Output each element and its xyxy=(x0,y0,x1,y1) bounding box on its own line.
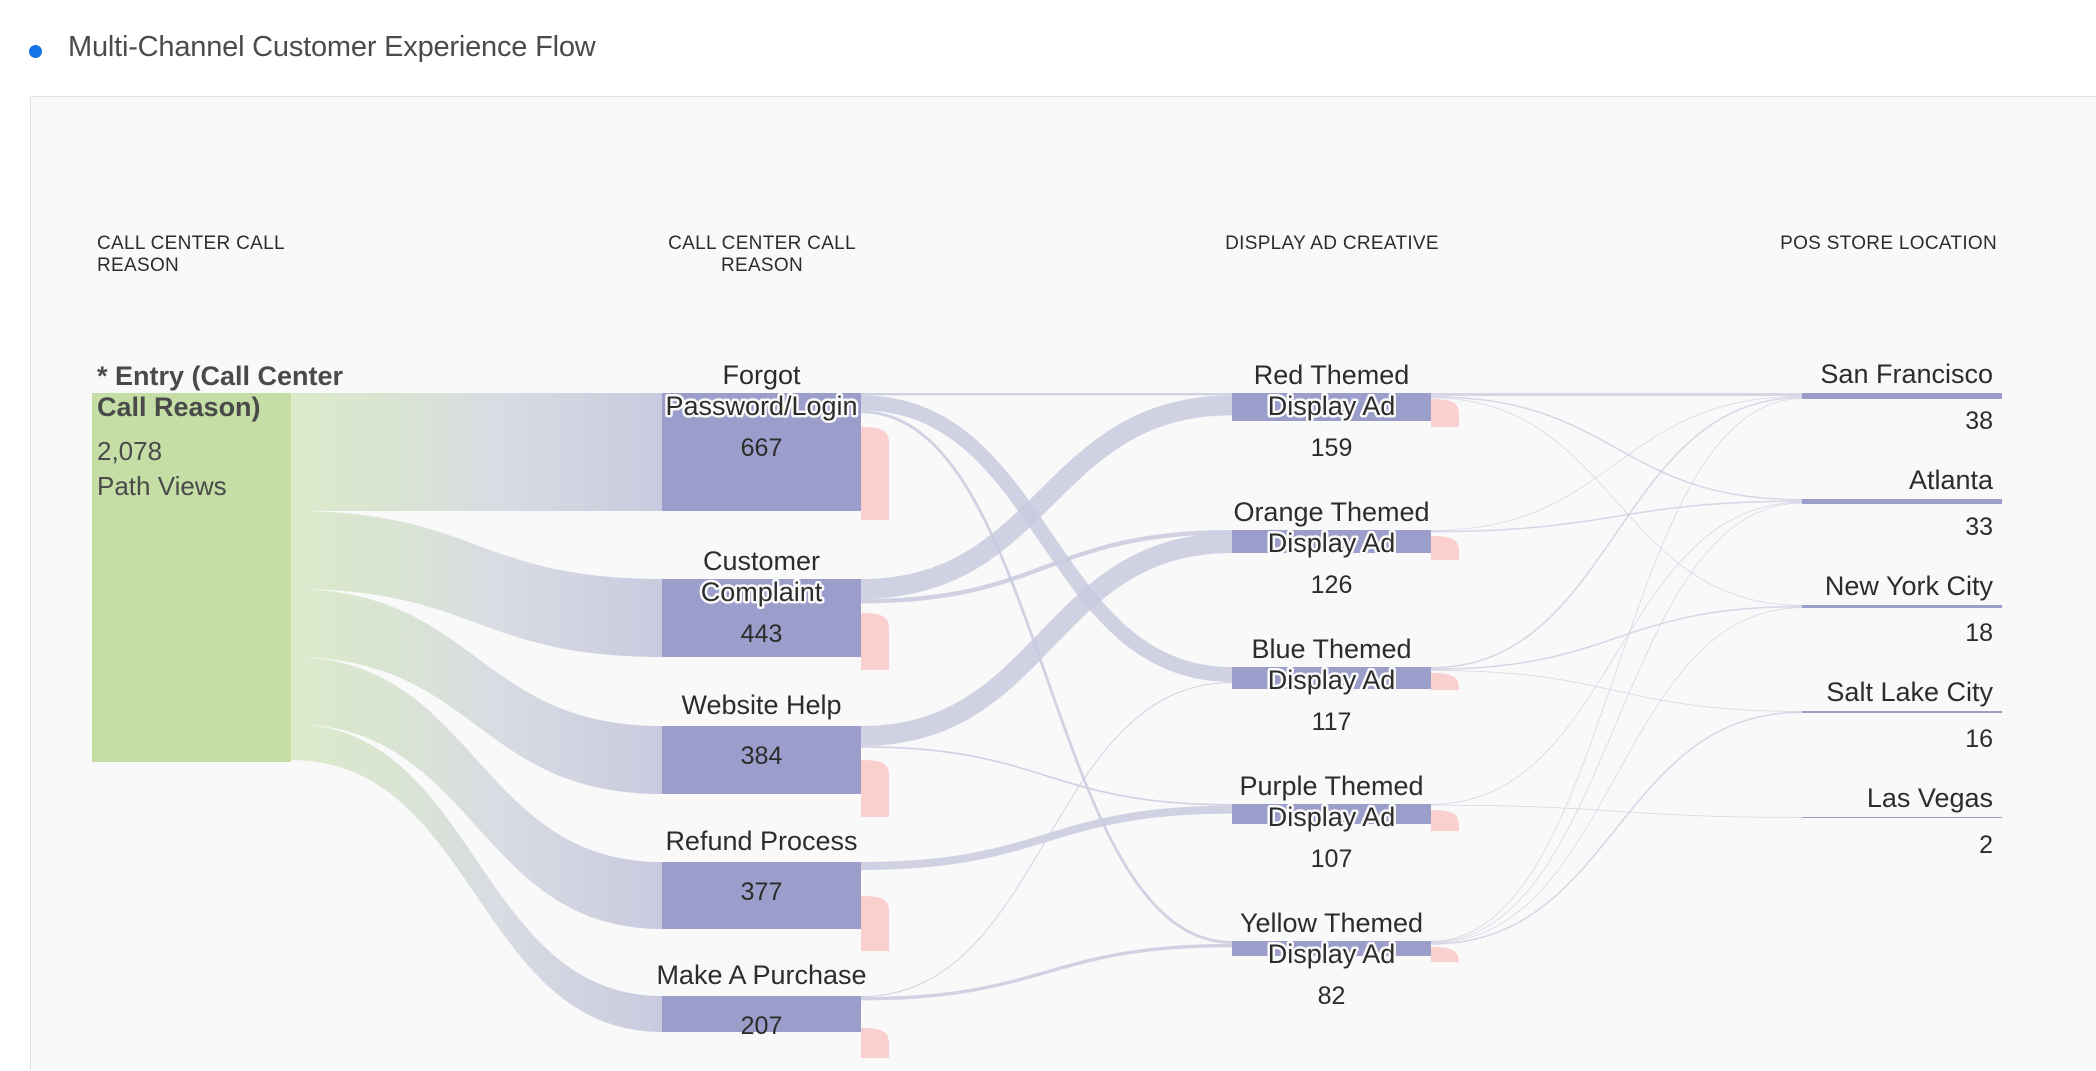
node-label-red: Red Themed Display Ad xyxy=(1254,360,1410,421)
node-label-yellow: Yellow Themed Display Ad xyxy=(1240,908,1423,969)
flow-link-purchase-to-yellow[interactable] xyxy=(860,943,1233,1001)
panel-status-dot xyxy=(29,45,42,58)
node-label-website: Website Help xyxy=(681,690,841,720)
flow-link-red-to-atl[interactable] xyxy=(1430,396,1803,501)
node-label-blue: Blue Themed Display Ad xyxy=(1251,634,1411,695)
node-lv[interactable] xyxy=(1802,817,2002,818)
flow-link-yellow-to-slc[interactable] xyxy=(1430,711,1803,945)
node-value-blue: 117 xyxy=(1312,708,1352,736)
node-label-refund: Refund Process xyxy=(665,826,857,856)
flow-chart[interactable]: CALL CENTER CALL REASON CALL CENTER CALL RE… xyxy=(31,97,2096,1071)
flow-link-orange-to-sf[interactable] xyxy=(1430,396,1803,531)
flow-link-blue-to-nyc[interactable] xyxy=(1430,605,1803,670)
exit-marker-orange[interactable] xyxy=(1431,536,1459,560)
column-header-2: CALL CENTER CALL REASON xyxy=(668,233,856,276)
node-nyc[interactable] xyxy=(1802,605,2002,608)
exit-marker-purple[interactable] xyxy=(1431,810,1459,831)
exit-marker-purchase[interactable] xyxy=(861,1028,889,1058)
flow-link-refund-to-purple[interactable] xyxy=(860,805,1233,870)
exit-marker-blue[interactable] xyxy=(1431,673,1459,691)
exit-marker-website[interactable] xyxy=(861,760,889,817)
flow-link-entry-to-forgot[interactable] xyxy=(291,393,662,511)
node-value-orange: 126 xyxy=(1311,571,1353,599)
flow-link-blue-to-sf[interactable] xyxy=(1430,396,1803,669)
flow-link-purple-to-atl[interactable] xyxy=(1430,502,1803,805)
column-header-1: CALL CENTER CALL REASON xyxy=(97,233,285,276)
node-label-lv: Las Vegas xyxy=(1867,783,1993,813)
flow-link-blue-to-slc[interactable] xyxy=(1430,670,1803,712)
node-label-sf: San Francisco xyxy=(1820,359,1993,389)
node-label-slc: Salt Lake City xyxy=(1826,677,1993,707)
flow-link-complaint-to-red[interactable] xyxy=(860,395,1233,599)
flow-link-purple-to-lv[interactable] xyxy=(1430,804,1803,818)
entry-node-value: 2,078 xyxy=(97,436,162,466)
node-label-nyc: New York City xyxy=(1825,571,1994,601)
flow-link-website-to-orange[interactable] xyxy=(860,533,1233,746)
node-label-atl: Atlanta xyxy=(1909,465,1994,495)
flow-link-orange-to-atl[interactable] xyxy=(1430,500,1803,533)
node-label-purchase: Make A Purchase xyxy=(656,960,866,990)
column-header-3: DISPLAY AD CREATIVE xyxy=(1225,233,1439,254)
exit-marker-red[interactable] xyxy=(1431,399,1459,427)
node-value-yellow: 82 xyxy=(1318,982,1346,1010)
exit-marker-complaint[interactable] xyxy=(861,613,889,670)
node-value-website: 384 xyxy=(741,742,783,770)
node-value-purchase: 207 xyxy=(741,1012,783,1040)
exit-marker-refund[interactable] xyxy=(861,896,889,951)
node-value-atl: 33 xyxy=(1965,513,1993,541)
node-value-lv: 2 xyxy=(1979,831,1993,859)
node-atl[interactable] xyxy=(1802,499,2002,504)
flow-visualization[interactable]: CALL CENTER CALL REASON CALL CENTER CALL RE… xyxy=(30,96,2096,1070)
node-value-nyc: 18 xyxy=(1965,619,1993,647)
node-value-complaint: 443 xyxy=(741,620,783,648)
exit-marker-yellow[interactable] xyxy=(1431,947,1459,965)
node-value-purple: 107 xyxy=(1311,845,1353,873)
node-slc[interactable] xyxy=(1802,711,2002,713)
node-value-sf: 38 xyxy=(1965,407,1993,435)
node-value-refund: 377 xyxy=(741,878,783,906)
flow-link-website-to-purple[interactable] xyxy=(860,746,1233,806)
node-label-complaint: Customer Complaint xyxy=(701,546,823,607)
flow-link-yellow-to-sf[interactable] xyxy=(1430,398,1803,942)
entry-node-value-label: Path Views xyxy=(97,471,227,501)
node-sf[interactable] xyxy=(1802,393,2002,399)
flow-link-yellow-to-atl[interactable] xyxy=(1430,502,1803,943)
panel-header: Multi-Channel Customer Experience Flow xyxy=(0,0,2096,96)
column-header-4: POS STORE LOCATION xyxy=(1780,233,1997,254)
node-value-slc: 16 xyxy=(1965,725,1993,753)
node-value-red: 159 xyxy=(1311,434,1353,462)
panel-title: Multi-Channel Customer Experience Flow xyxy=(68,31,596,63)
node-value-forgot: 667 xyxy=(741,434,783,462)
exit-marker-forgot[interactable] xyxy=(861,427,889,520)
node-label-forgot: Forgot Password/Login xyxy=(665,360,857,421)
